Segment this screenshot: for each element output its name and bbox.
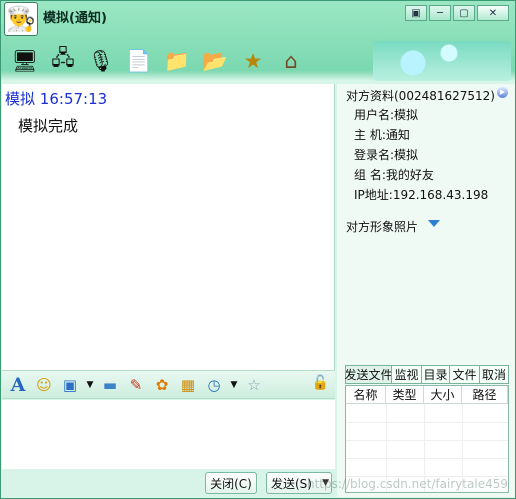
tab-file[interactable]: 文件 <box>449 365 479 384</box>
monitor-arrow-icon[interactable]: 🖥 <box>9 45 41 77</box>
close-button[interactable]: 关闭(C) <box>205 472 257 494</box>
grid-line <box>346 440 508 441</box>
emoji-icon[interactable]: ☺ <box>34 375 54 395</box>
grid-line <box>346 458 508 459</box>
home-icon[interactable]: ⌂ <box>275 45 307 77</box>
close-window-button[interactable]: ✕ <box>477 5 509 21</box>
column-type[interactable]: 类型 <box>386 386 424 403</box>
photo-expand-icon[interactable] <box>428 220 440 227</box>
pencil-icon[interactable]: ✎ <box>126 375 146 395</box>
contact-info-panel: 对方资料(002481627512) ▶ 用户名:模拟 主 机:通知 登录名:模… <box>337 84 515 497</box>
screen-capture-icon[interactable]: ▣ <box>60 375 80 395</box>
tab-send-file[interactable]: 发送文件 <box>345 365 393 384</box>
clock-dropdown-icon[interactable]: ▼ <box>230 375 238 395</box>
palette-icon[interactable]: ✿ <box>152 375 172 395</box>
message-input[interactable] <box>2 400 335 469</box>
ip-line: IP地址:192.168.43.198 <box>354 188 489 202</box>
screen-capture-dropdown-icon[interactable]: ▼ <box>86 375 94 395</box>
contact-info-title: 对方资料(002481627512) <box>346 89 495 103</box>
tab-directory[interactable]: 目录 <box>421 365 449 384</box>
contact-photo-title: 对方形象照片 <box>346 220 419 234</box>
send-button-label: 发送(S) <box>271 476 312 491</box>
star-stamp-icon[interactable]: ☆ <box>244 375 264 395</box>
lock-icon[interactable]: 🔓 <box>312 375 329 391</box>
microphone-icon[interactable]: 🎙 <box>85 45 117 77</box>
bubble-decoration <box>373 41 511 81</box>
folder-icon[interactable]: 📂 <box>199 45 231 77</box>
message-text: 模拟完成 <box>18 117 79 135</box>
picture-icon[interactable]: ▬ <box>100 375 120 395</box>
login-line: 登录名:模拟 <box>354 148 419 162</box>
menu-dropdown-button[interactable]: ▣ <box>405 5 427 21</box>
host-line: 主 机:通知 <box>354 128 410 142</box>
title-bar[interactable]: 👨‍🍳 模拟(通知) ▣ ─ ▢ ✕ <box>1 1 515 36</box>
expand-info-icon[interactable]: ▶ <box>497 87 508 98</box>
message-time: 16:57:13 <box>39 90 108 108</box>
chat-window: 👨‍🍳 模拟(通知) ▣ ─ ▢ ✕ 🖥 🖧 🎙 📄 📁 📂 ★ ⌂ 模拟 16… <box>0 0 516 499</box>
window-title: 模拟(通知) <box>43 11 107 26</box>
watermark-text: https://blog.csdn.net/fairytale459 <box>307 477 508 491</box>
font-icon[interactable]: A <box>8 374 28 396</box>
folder-transfer-icon[interactable]: 📁 <box>161 45 193 77</box>
tab-monitor[interactable]: 监视 <box>391 365 421 384</box>
column-path[interactable]: 路径 <box>462 386 508 403</box>
format-toolbar: A ☺ ▣ ▼ ▬ ✎ ✿ ▦ ◷ ▼ ☆ 🔓 <box>2 370 335 399</box>
star-hand-icon[interactable]: ★ <box>237 45 269 77</box>
file-tabs: 发送文件 监视 目录 文件 取消 <box>345 365 509 384</box>
username-line: 用户名:模拟 <box>354 108 419 122</box>
maximize-button[interactable]: ▢ <box>453 5 475 21</box>
grid-line <box>346 422 508 423</box>
group-line: 组 名:我的好友 <box>354 168 434 182</box>
file-table-header: 名称 类型 大小 路径 <box>346 386 508 404</box>
column-name[interactable]: 名称 <box>346 386 386 403</box>
tab-cancel[interactable]: 取消 <box>479 365 509 384</box>
send-file-icon[interactable]: 📄 <box>123 45 155 77</box>
message-header: 模拟 16:57:13 <box>5 88 107 109</box>
calendar-icon[interactable]: ▦ <box>178 375 198 395</box>
chef-avatar-icon[interactable]: 👨‍🍳 <box>4 2 38 36</box>
remote-assist-icon[interactable]: 🖧 <box>47 45 79 77</box>
clock-icon[interactable]: ◷ <box>204 375 224 395</box>
toolbar: 🖥 🖧 🎙 📄 📁 📂 ★ ⌂ <box>9 45 307 79</box>
column-size[interactable]: 大小 <box>424 386 462 403</box>
bottom-bar: 关闭(C) 发送(S) ▼ <box>2 469 335 497</box>
minimize-button[interactable]: ─ <box>429 5 451 21</box>
chat-history[interactable]: 模拟 16:57:13 模拟完成 <box>2 84 335 370</box>
message-sender: 模拟 <box>5 90 36 108</box>
